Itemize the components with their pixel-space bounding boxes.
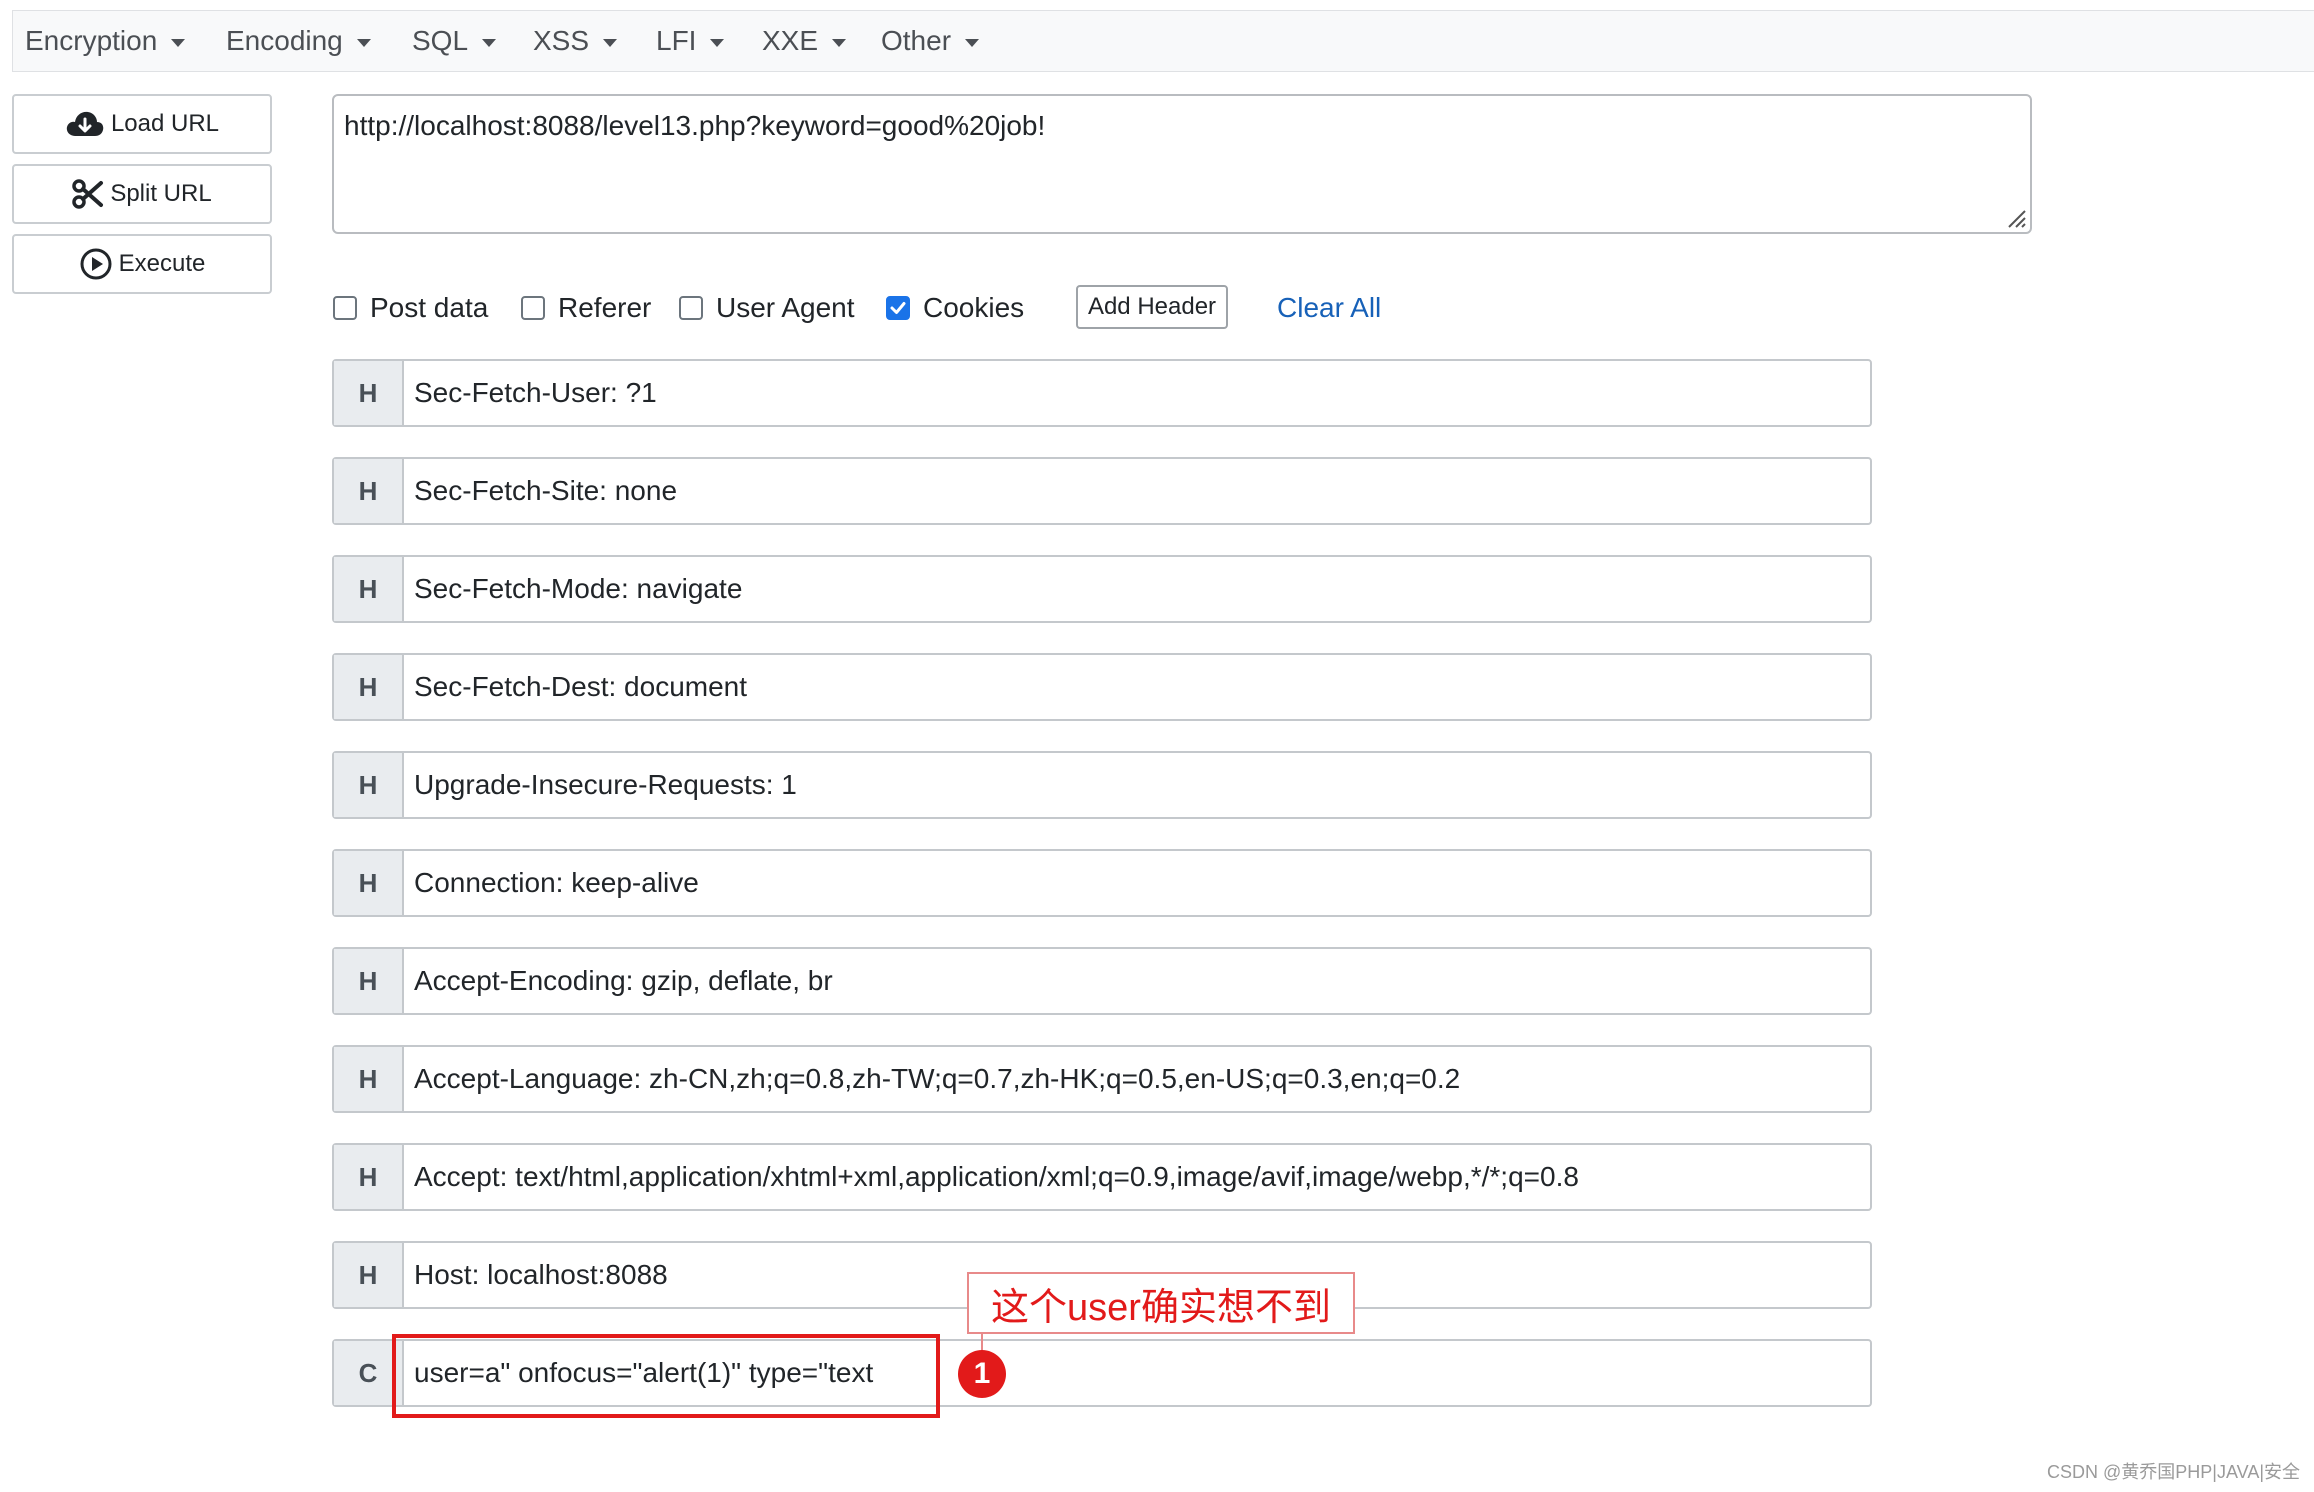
header-input[interactable]: Sec-Fetch-User: ?1	[404, 361, 1870, 425]
cookies-option[interactable]: Cookies	[886, 290, 1024, 326]
header-type-badge: H	[334, 361, 404, 425]
watermark: CSDN @黄乔国PHP|JAVA|安全	[2047, 1462, 2300, 1482]
menu-sql[interactable]: SQL	[412, 11, 497, 71]
header-row: H Upgrade-Insecure-Requests: 1	[332, 751, 1872, 819]
header-input[interactable]: Accept-Language: zh-CN,zh;q=0.8,zh-TW;q=…	[404, 1047, 1870, 1111]
header-input[interactable]: Sec-Fetch-Mode: navigate	[404, 557, 1870, 621]
caret-down-icon	[710, 38, 725, 47]
header-row: H Sec-Fetch-Mode: navigate	[332, 555, 1872, 623]
caret-down-icon	[482, 38, 497, 47]
menu-encoding[interactable]: Encoding	[226, 11, 371, 71]
caret-down-icon	[832, 38, 847, 47]
referer-checkbox[interactable]	[521, 296, 545, 320]
post-data-option[interactable]: Post data	[333, 290, 488, 326]
menu-encryption[interactable]: Encryption	[25, 11, 186, 71]
header-input[interactable]: Sec-Fetch-Dest: document	[404, 655, 1870, 719]
resize-handle-icon[interactable]	[2001, 203, 2027, 229]
post-data-label: Post data	[370, 292, 489, 323]
menu-xxe[interactable]: XXE	[762, 11, 847, 71]
menu-xxe-label: XXE	[762, 25, 819, 56]
annotation-label: 这个user确实想不到	[967, 1272, 1355, 1334]
header-row: H Sec-Fetch-User: ?1	[332, 359, 1872, 427]
header-type-badge: H	[334, 1243, 404, 1307]
clear-all-link[interactable]: Clear All	[1277, 290, 1381, 326]
menu-lfi-label: LFI	[656, 25, 697, 56]
header-row: H Sec-Fetch-Dest: document	[332, 653, 1872, 721]
header-type-badge: H	[334, 1047, 404, 1111]
header-type-badge: H	[334, 655, 404, 719]
load-url-label: Load URL	[110, 110, 220, 137]
header-input[interactable]: Connection: keep-alive	[404, 851, 1870, 915]
load-url-button[interactable]: Load URL	[12, 94, 272, 154]
referer-label: Referer	[558, 292, 652, 323]
split-url-label: Split URL	[110, 180, 212, 207]
header-row: H Accept-Encoding: gzip, deflate, br	[332, 947, 1872, 1015]
menu-bar: Encryption Encoding SQL XSS LFI XXE Othe…	[12, 10, 2314, 72]
split-url-button[interactable]: Split URL	[12, 164, 272, 224]
menu-xss-label: XSS	[533, 25, 590, 56]
cloud-download-icon	[66, 111, 104, 136]
header-row: H Accept-Language: zh-CN,zh;q=0.8,zh-TW;…	[332, 1045, 1872, 1113]
header-type-badge: H	[334, 459, 404, 523]
annotation-highlight-box	[392, 1334, 940, 1418]
checkmark-icon	[890, 302, 906, 314]
cookies-label: Cookies	[923, 292, 1025, 323]
menu-xss[interactable]: XSS	[533, 11, 618, 71]
execute-label: Execute	[118, 250, 206, 277]
scissors-icon	[72, 179, 104, 209]
cookies-checkbox[interactable]	[886, 296, 910, 320]
header-input[interactable]: Accept-Encoding: gzip, deflate, br	[404, 949, 1870, 1013]
header-type-badge: H	[334, 753, 404, 817]
referer-option[interactable]: Referer	[521, 290, 651, 326]
header-row: H Connection: keep-alive	[332, 849, 1872, 917]
user-agent-checkbox[interactable]	[679, 296, 703, 320]
header-type-badge: H	[334, 1145, 404, 1209]
menu-encoding-label: Encoding	[226, 25, 343, 56]
url-input[interactable]: http://localhost:8088/level13.php?keywor…	[332, 94, 2032, 234]
add-header-button[interactable]: Add Header	[1076, 285, 1228, 329]
menu-lfi[interactable]: LFI	[656, 11, 725, 71]
caret-down-icon	[965, 38, 980, 47]
post-data-checkbox[interactable]	[333, 296, 357, 320]
header-input[interactable]: Upgrade-Insecure-Requests: 1	[404, 753, 1870, 817]
header-input[interactable]: Accept: text/html,application/xhtml+xml,…	[404, 1145, 1870, 1209]
header-row: H Sec-Fetch-Site: none	[332, 457, 1872, 525]
caret-down-icon	[171, 38, 186, 47]
menu-other-label: Other	[881, 25, 952, 56]
header-input[interactable]: Sec-Fetch-Site: none	[404, 459, 1870, 523]
execute-button[interactable]: Execute	[12, 234, 272, 294]
user-agent-option[interactable]: User Agent	[679, 290, 855, 326]
header-type-badge: H	[334, 557, 404, 621]
caret-down-icon	[603, 38, 618, 47]
header-type-badge: H	[334, 851, 404, 915]
menu-sql-label: SQL	[412, 25, 469, 56]
header-type-badge: H	[334, 949, 404, 1013]
annotation-marker: 1	[958, 1350, 1006, 1398]
play-circle-icon	[80, 248, 112, 280]
url-value: http://localhost:8088/level13.php?keywor…	[344, 110, 1046, 141]
user-agent-label: User Agent	[716, 292, 855, 323]
caret-down-icon	[356, 38, 371, 47]
header-row: H Accept: text/html,application/xhtml+xm…	[332, 1143, 1872, 1211]
menu-other[interactable]: Other	[881, 11, 980, 71]
menu-encryption-label: Encryption	[25, 25, 158, 56]
